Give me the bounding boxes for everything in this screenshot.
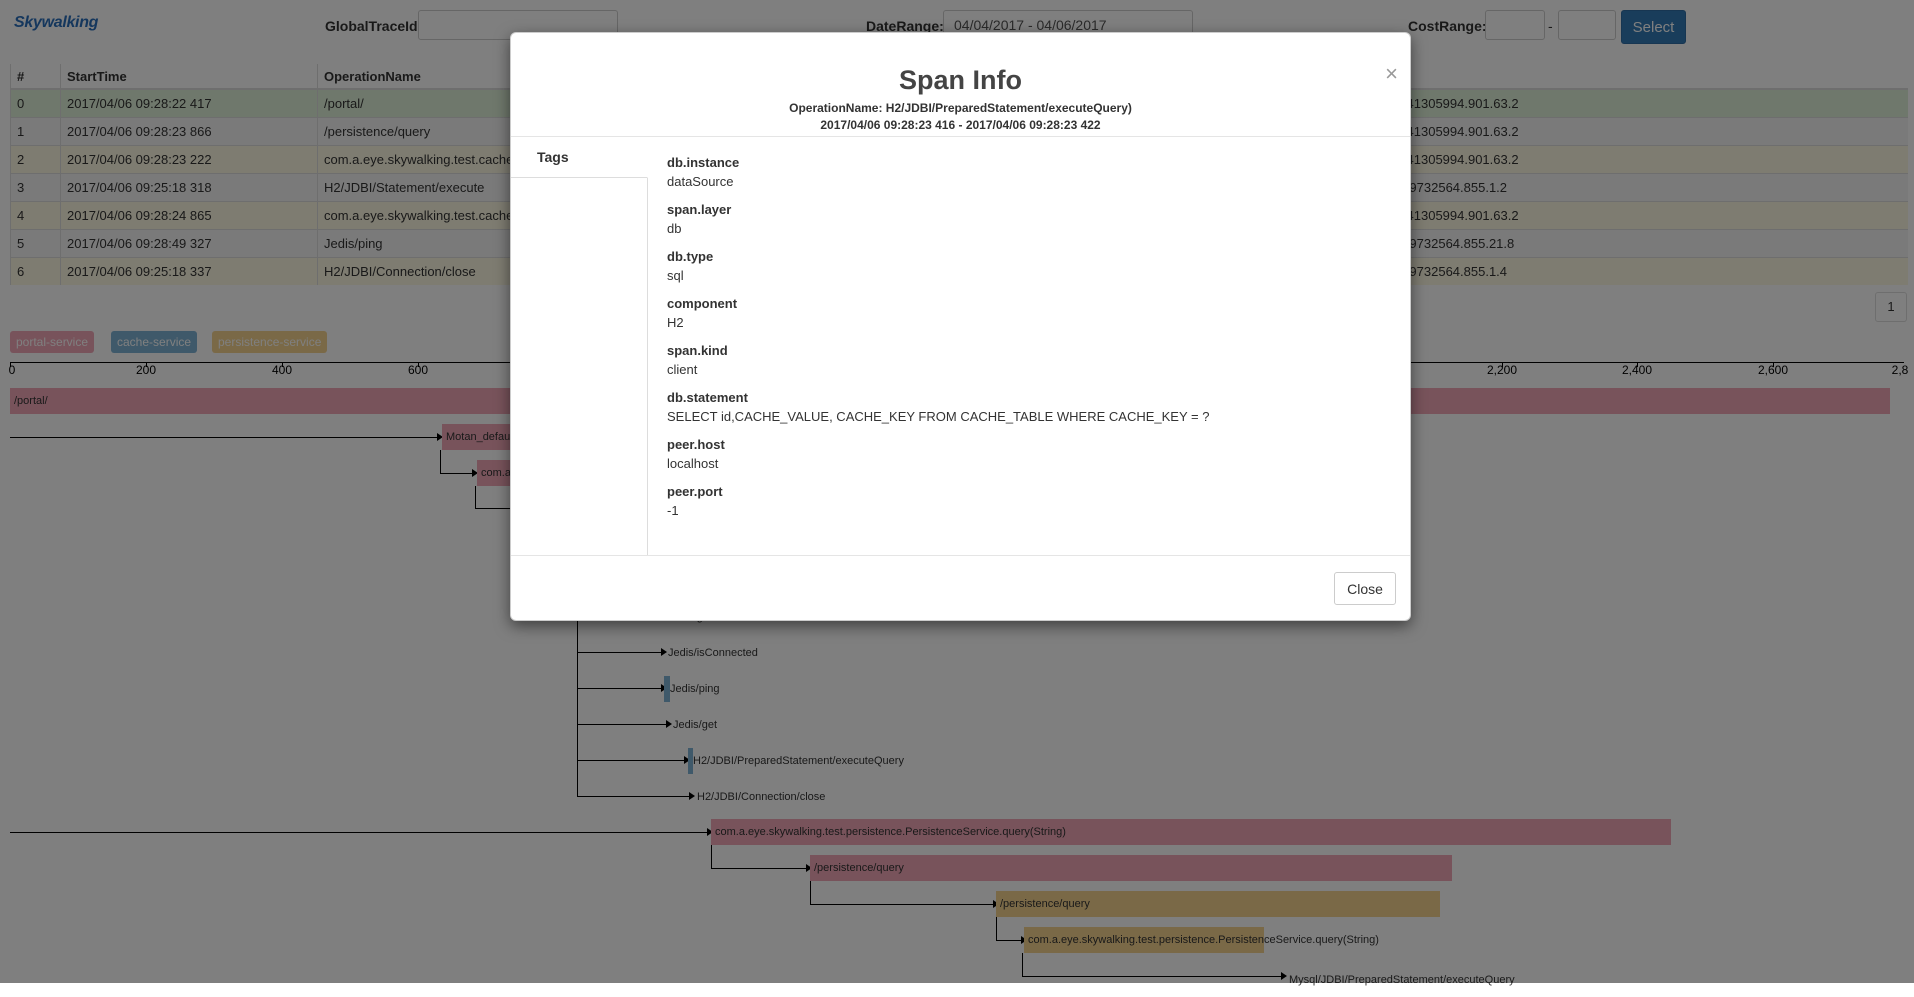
modal-time-range: 2017/04/06 09:28:23 416 - 2017/04/06 09:… (820, 118, 1101, 132)
tag-item: db.type sql (667, 249, 1387, 296)
modal-tab-list: Tags (511, 137, 648, 555)
tag-key: span.kind (667, 343, 728, 358)
tag-value: SELECT id,CACHE_VALUE, CACHE_KEY FROM CA… (667, 409, 1210, 424)
tag-value: -1 (667, 503, 679, 518)
close-button[interactable]: Close (1334, 572, 1396, 605)
tag-value: sql (667, 268, 684, 283)
tag-item: peer.port -1 (667, 484, 1387, 531)
tag-value: dataSource (667, 174, 734, 189)
tag-item: db.instance dataSource (667, 155, 1387, 202)
tag-item: span.kind client (667, 343, 1387, 390)
tag-item: peer.host localhost (667, 437, 1387, 484)
tag-value: client (667, 362, 698, 377)
modal-footer: Close (511, 555, 1410, 621)
tag-key: span.layer (667, 202, 732, 217)
tag-list: db.instance dataSource span.layer db db.type… (667, 155, 1387, 531)
close-icon[interactable]: × (1385, 61, 1398, 87)
tag-value: db (667, 221, 682, 236)
tag-key: peer.port (667, 484, 723, 499)
span-info-modal: Span Info OperationName: H2/JDBI/Prepare… (510, 32, 1411, 621)
tag-item: db.statement SELECT id,CACHE_VALUE, CACHE… (667, 390, 1387, 437)
tag-value: localhost (667, 456, 719, 471)
tag-key: peer.host (667, 437, 725, 452)
tag-value: H2 (667, 315, 684, 330)
tag-key: db.instance (667, 155, 740, 170)
tag-item: component H2 (667, 296, 1387, 343)
modal-body: Tags db.instance dataSource span.layer db db… (511, 137, 1410, 555)
tab-tags[interactable]: Tags (511, 137, 648, 178)
tag-key: db.statement (667, 390, 748, 405)
modal-title: Span Info (899, 65, 1022, 95)
tag-key: component (667, 296, 738, 311)
modal-operation-name: OperationName: H2/JDBI/PreparedStatement… (789, 101, 1132, 115)
tag-item: span.layer db (667, 202, 1387, 249)
tag-key: db.type (667, 249, 714, 264)
modal-header: Span Info OperationName: H2/JDBI/Prepare… (511, 33, 1410, 137)
